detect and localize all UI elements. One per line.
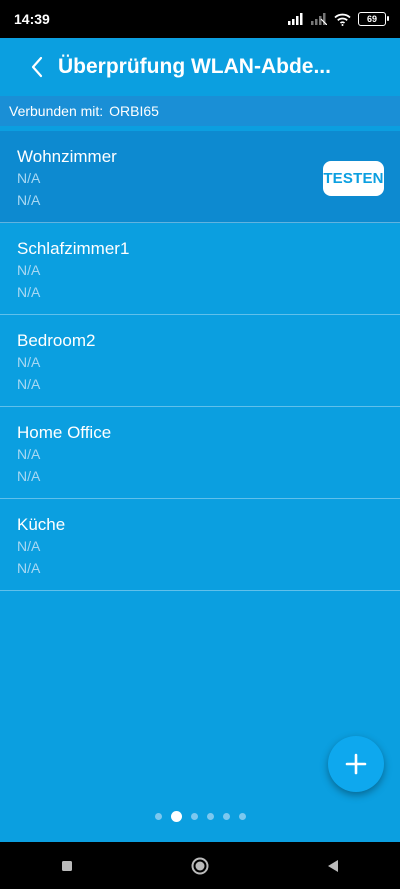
- room-info-line: N/A: [17, 284, 41, 300]
- battery-icon: 69: [358, 12, 389, 26]
- page-dot[interactable]: [206, 812, 214, 820]
- room-info-line: N/A: [17, 538, 41, 554]
- add-room-button[interactable]: [328, 736, 384, 792]
- room-info-line: N/A: [17, 446, 41, 462]
- page-dot-active[interactable]: [170, 810, 182, 822]
- page-dot[interactable]: [190, 812, 198, 820]
- connection-bar: Verbunden mit: ORBI65: [0, 96, 400, 126]
- page-dot[interactable]: [154, 812, 162, 820]
- room-info-line: N/A: [17, 560, 41, 576]
- status-bar: 14:39 69: [0, 0, 400, 38]
- room-info-line: N/A: [17, 468, 41, 484]
- room-item-kueche[interactable]: Küche N/A N/A: [0, 499, 400, 591]
- back-button[interactable]: [30, 52, 52, 82]
- status-icons: 69: [288, 12, 389, 26]
- app-header: Überprüfung WLAN-Abde...: [0, 38, 400, 96]
- test-button[interactable]: TESTEN: [323, 161, 384, 196]
- room-info-line: N/A: [17, 262, 41, 278]
- recents-button[interactable]: [47, 846, 87, 886]
- room-name: Home Office: [17, 423, 112, 442]
- signal-muted-icon: [311, 13, 327, 25]
- back-nav-button[interactable]: [313, 846, 353, 886]
- page-dot[interactable]: [222, 812, 230, 820]
- chevron-left-icon: [31, 56, 43, 78]
- plus-icon: [345, 753, 367, 775]
- circle-icon: [191, 857, 209, 874]
- room-item-schlafzimmer1[interactable]: Schlafzimmer1 N/A N/A: [0, 223, 400, 315]
- room-info-line: N/A: [17, 354, 41, 370]
- room-name: Bedroom2: [17, 331, 96, 350]
- page-title: Überprüfung WLAN-Abde...: [58, 55, 331, 78]
- room-name: Küche: [17, 515, 66, 534]
- status-time: 14:39: [14, 11, 50, 27]
- room-list: Wohnzimmer N/A N/A TESTEN Schlafzimmer1 …: [0, 131, 400, 591]
- room-name: Schlafzimmer1: [17, 239, 130, 258]
- room-item-home-office[interactable]: Home Office N/A N/A: [0, 407, 400, 499]
- connection-label: Verbunden mit:: [9, 103, 104, 119]
- room-info-line: N/A: [17, 376, 41, 392]
- room-item-bedroom2[interactable]: Bedroom2 N/A N/A: [0, 315, 400, 407]
- battery-level: 69: [366, 14, 377, 24]
- system-nav-bar: [0, 842, 400, 889]
- page-dot[interactable]: [238, 812, 246, 820]
- home-button[interactable]: [180, 846, 220, 886]
- signal-icon: [288, 13, 303, 25]
- wifi-icon: [334, 13, 351, 26]
- page-indicator: [0, 809, 400, 823]
- room-item-wohnzimmer[interactable]: Wohnzimmer N/A N/A TESTEN: [0, 131, 400, 223]
- square-icon: [61, 860, 72, 871]
- triangle-back-icon: [328, 859, 339, 872]
- connection-ssid: ORBI65: [109, 103, 159, 119]
